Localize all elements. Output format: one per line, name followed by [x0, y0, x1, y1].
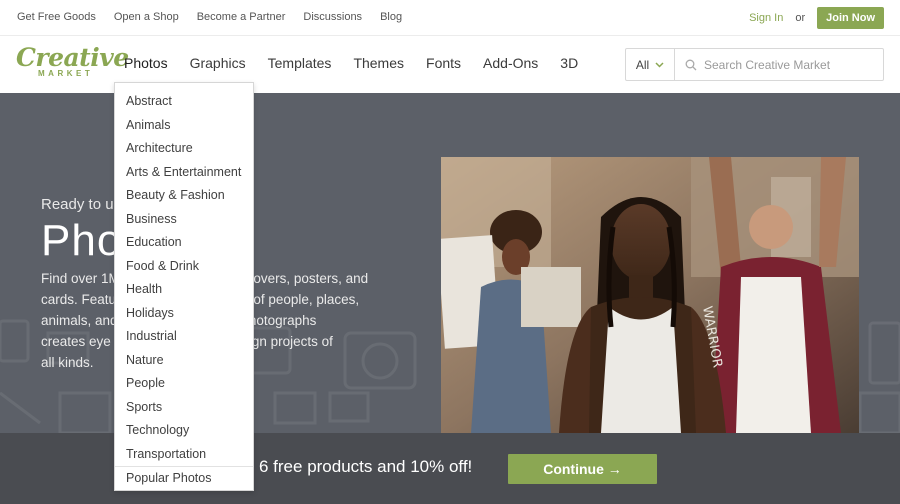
join-now-button[interactable]: Join Now	[817, 7, 884, 29]
nav-fonts[interactable]: Fonts	[426, 55, 461, 71]
account-actions: Sign In or Join Now	[749, 7, 884, 29]
menu-item-holidays[interactable]: Holidays	[126, 306, 174, 320]
chevron-down-icon	[655, 61, 664, 68]
menu-item-technology[interactable]: Technology	[126, 423, 189, 437]
become-a-partner-link[interactable]: Become a Partner	[197, 11, 286, 23]
search-scope-value: All	[635, 57, 650, 72]
menu-item-transportation[interactable]: Transportation	[126, 447, 206, 461]
menu-item-food-drink[interactable]: Food & Drink	[126, 259, 199, 273]
photos-dropdown-menu: Abstract Animals Architecture Arts & Ent…	[114, 82, 254, 491]
hero-photo-protest: WARRIOR	[441, 157, 859, 433]
search-input-wrap	[675, 49, 883, 80]
menu-divider	[115, 466, 253, 467]
continue-button[interactable]: Continue →	[508, 454, 657, 484]
menu-item-sports[interactable]: Sports	[126, 400, 162, 414]
search-bar: All	[625, 48, 884, 81]
menu-item-beauty-fashion[interactable]: Beauty & Fashion	[126, 188, 225, 202]
promo-text: 6 free products and 10% off!	[259, 457, 473, 476]
nav-graphics[interactable]: Graphics	[190, 55, 246, 71]
nav-add-ons[interactable]: Add-Ons	[483, 55, 538, 71]
nav-photos[interactable]: Photos	[124, 55, 168, 71]
menu-item-health[interactable]: Health	[126, 282, 162, 296]
menu-item-abstract[interactable]: Abstract	[126, 94, 172, 108]
menu-item-architecture[interactable]: Architecture	[126, 141, 193, 155]
menu-item-people[interactable]: People	[126, 376, 165, 390]
logo-wordmark: Creative	[16, 43, 129, 72]
or-text: or	[795, 12, 806, 24]
creative-market-logo[interactable]: Creative MARKET	[16, 43, 129, 85]
menu-item-education[interactable]: Education	[126, 235, 182, 249]
blog-link[interactable]: Blog	[380, 11, 402, 23]
utility-links: Get Free Goods Open a Shop Become a Part…	[17, 11, 420, 23]
nav-themes[interactable]: Themes	[353, 55, 404, 71]
open-a-shop-link[interactable]: Open a Shop	[114, 11, 179, 23]
discussions-link[interactable]: Discussions	[303, 11, 362, 23]
search-scope-select[interactable]: All	[626, 49, 675, 80]
hero-title: Pho	[41, 216, 123, 265]
nav-3d[interactable]: 3D	[560, 55, 578, 71]
get-free-goods-link[interactable]: Get Free Goods	[17, 11, 96, 23]
protest-photo-illustration: WARRIOR	[441, 157, 859, 433]
menu-item-animals[interactable]: Animals	[126, 118, 170, 132]
menu-item-popular-photos[interactable]: Popular Photos	[126, 471, 211, 485]
menu-item-industrial[interactable]: Industrial	[126, 329, 177, 343]
hero-kicker: Ready to u	[41, 196, 114, 213]
nav-templates[interactable]: Templates	[268, 55, 332, 71]
search-input[interactable]	[704, 57, 874, 72]
search-icon	[685, 59, 697, 70]
menu-item-nature[interactable]: Nature	[126, 353, 164, 367]
top-utility-bar: Get Free Goods Open a Shop Become a Part…	[0, 0, 900, 36]
menu-item-business[interactable]: Business	[126, 212, 177, 226]
menu-item-arts-entertainment[interactable]: Arts & Entertainment	[126, 165, 241, 179]
sign-in-link[interactable]: Sign In	[749, 12, 783, 24]
category-nav: Photos Graphics Templates Themes Fonts A…	[124, 55, 600, 71]
